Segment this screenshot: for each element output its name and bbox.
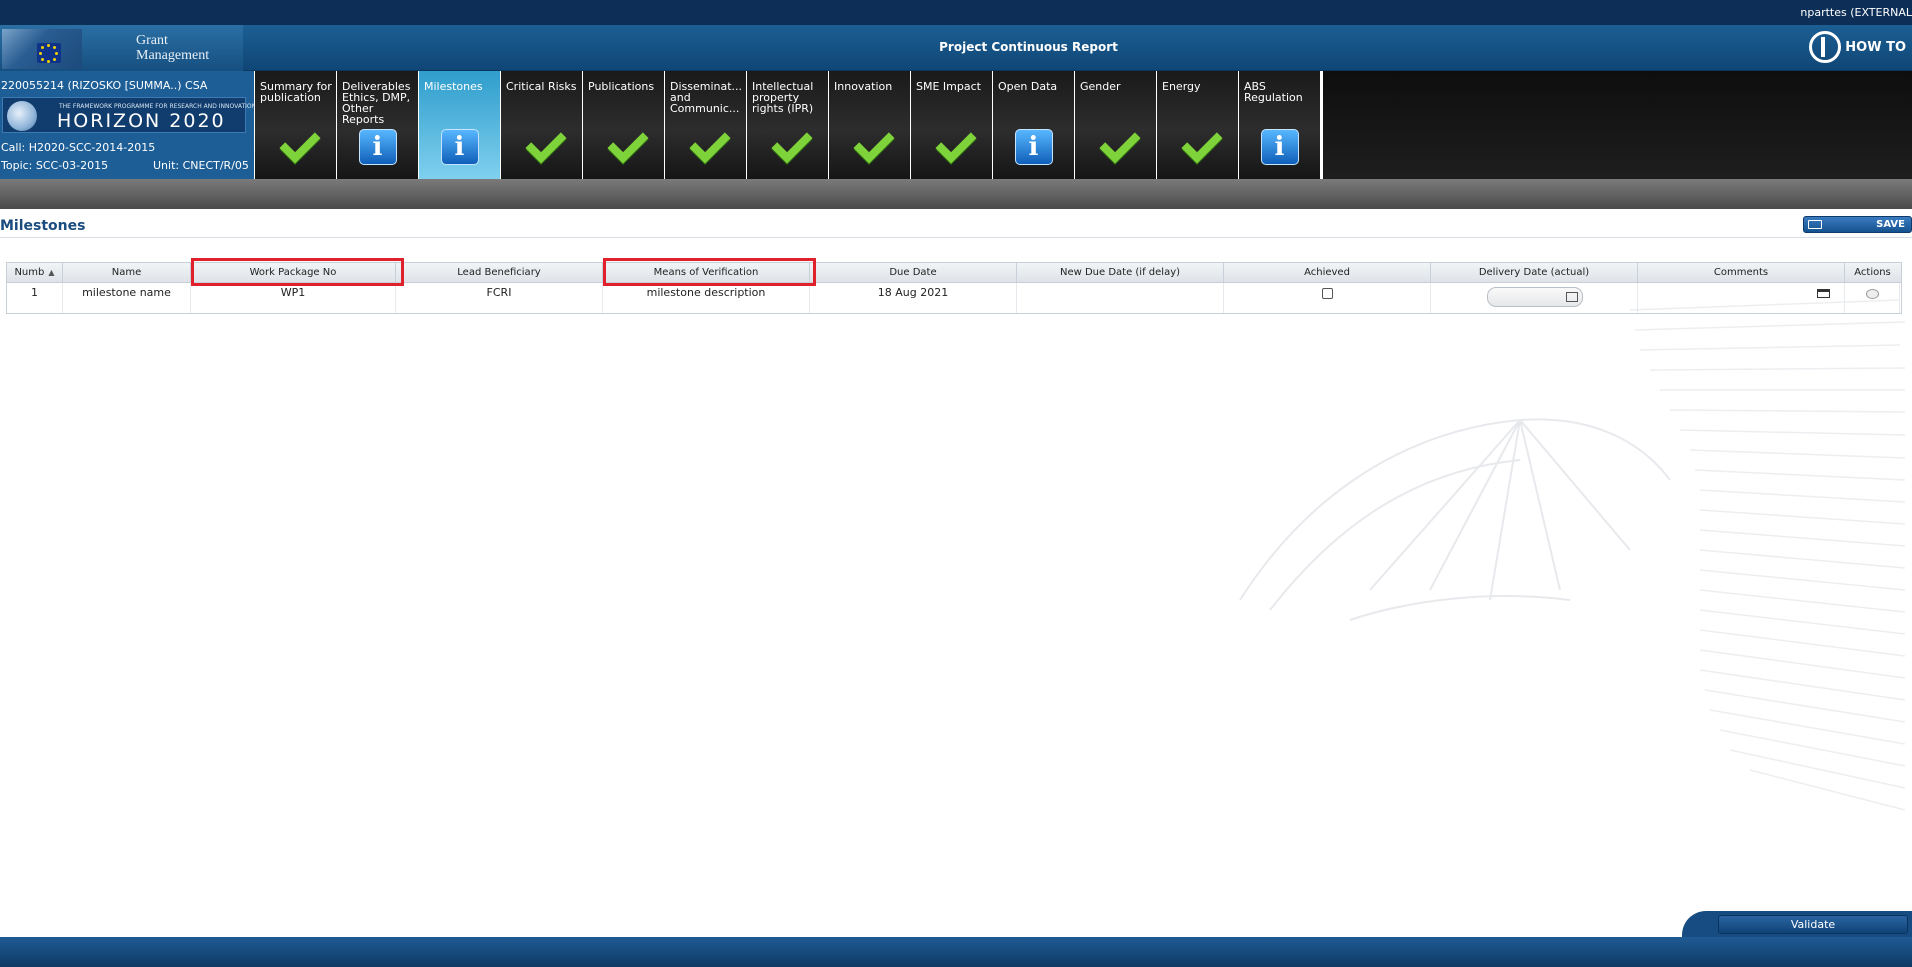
app-header: Grant Management Project Continuous Repo… [0, 25, 1912, 71]
section-divider [0, 237, 1912, 238]
report-tabs: Summary for publication Deliverables Eth… [255, 71, 1321, 179]
section-title: Milestones [0, 218, 86, 234]
project-call: Call: H2020-SCC-2014-2015 [1, 141, 156, 154]
check-icon [1175, 127, 1221, 165]
tab-energy[interactable]: Energy [1157, 71, 1238, 179]
manuscript-watermark [1239, 299, 1906, 811]
tab-label: Deliverables Ethics, DMP, Other Reports [342, 81, 411, 125]
tab-gender[interactable]: Gender [1075, 71, 1156, 179]
tab-label: Open Data [998, 81, 1058, 92]
highlight-means-of-verification-column [603, 258, 816, 286]
cell-comments [1638, 283, 1845, 313]
tab-publications[interactable]: Publications [583, 71, 664, 179]
horizon-2020-logo: THE FRAMEWORK PROGRAMME FOR RESEARCH AND… [2, 97, 256, 133]
how-to-label: HOW TO [1845, 39, 1906, 55]
column-header-actions[interactable]: Actions [1845, 263, 1900, 282]
cell-means-of-verification: milestone description [603, 283, 810, 313]
help-icon [1809, 31, 1842, 63]
footer-bar [0, 937, 1912, 967]
tab-deliverables[interactable]: Deliverables Ethics, DMP, Other Reports … [337, 71, 418, 179]
tab-dissemination[interactable]: Disseminat... and Communic... [665, 71, 746, 179]
check-icon [929, 127, 975, 165]
tab-label: Publications [588, 81, 655, 92]
info-icon: i [1260, 129, 1299, 165]
comment-bubble-icon[interactable] [1865, 289, 1879, 299]
project-id: 220055214 (RIZOSKO [SUMMA..) CSA [1, 79, 208, 92]
column-header-lead-beneficiary[interactable]: Lead Beneficiary [396, 263, 603, 282]
tab-label: Gender [1080, 81, 1121, 92]
project-info-panel: 220055214 (RIZOSKO [SUMMA..) CSA THE FRA… [0, 71, 256, 179]
cell-new-due-date [1017, 283, 1224, 313]
tab-label: SME Impact [916, 81, 981, 92]
programme-tagline: THE FRAMEWORK PROGRAMME FOR RESEARCH AND… [59, 103, 257, 110]
highlight-work-package-column [191, 258, 404, 286]
tab-open-data[interactable]: Open Data i [993, 71, 1074, 179]
project-unit: Unit: CNECT/R/05 [153, 159, 249, 172]
globe-icon [7, 101, 37, 131]
tab-critical-risks[interactable]: Critical Risks [501, 71, 582, 179]
cell-lead-beneficiary: FCRI [396, 283, 603, 313]
tab-innovation[interactable]: Innovation [829, 71, 910, 179]
cell-name: milestone name [63, 283, 191, 313]
check-icon [601, 127, 647, 165]
column-header-number[interactable]: Numb ▲ [7, 263, 63, 282]
info-icon: i [1014, 129, 1053, 165]
delivery-date-input[interactable] [1487, 287, 1583, 307]
info-icon: i [358, 129, 397, 165]
info-icon: i [440, 129, 479, 165]
column-header-comments[interactable]: Comments [1638, 263, 1845, 282]
tab-label: Critical Risks [506, 81, 577, 92]
save-icon [1808, 220, 1822, 229]
column-header-new-due-date[interactable]: New Due Date (if delay) [1017, 263, 1224, 282]
validate-button[interactable]: Validate [1718, 915, 1908, 934]
tab-label: ABS Regulation [1244, 81, 1303, 103]
achieved-checkbox[interactable] [1321, 288, 1333, 299]
project-topic: Topic: SCC-03-2015 [1, 159, 109, 172]
save-button[interactable]: SAVE [1803, 216, 1912, 233]
tabs-background [1323, 71, 1912, 179]
comment-popup-icon[interactable] [1817, 289, 1830, 298]
tab-label: Disseminat... and Communic... [670, 81, 743, 114]
column-header-name[interactable]: Name [63, 263, 191, 282]
check-icon [847, 127, 893, 165]
check-icon [1093, 127, 1139, 165]
tab-label: Summary for publication [260, 81, 332, 103]
tab-ipr[interactable]: Intellectual property rights (IPR) [747, 71, 828, 179]
tab-sme-impact[interactable]: SME Impact [911, 71, 992, 179]
column-header-delivery-date[interactable]: Delivery Date (actual) [1431, 263, 1638, 282]
header-label: Numb [14, 267, 45, 278]
column-header-due-date[interactable]: Due Date [810, 263, 1017, 282]
cell-work-package: WP1 [191, 283, 396, 313]
page-title: Project Continuous Report [939, 40, 1118, 54]
tab-label: Energy [1162, 81, 1201, 92]
cell-delivery-date [1431, 283, 1638, 313]
tab-label: Milestones [424, 81, 483, 92]
cell-actions [1845, 283, 1900, 313]
how-to-button[interactable]: HOW TO [1809, 31, 1906, 63]
top-bar: nparttes (EXTERNAL [0, 0, 1912, 25]
check-icon [273, 127, 319, 165]
column-header-achieved[interactable]: Achieved [1224, 263, 1431, 282]
check-icon [765, 127, 811, 165]
programme-name: HORIZON 2020 [57, 110, 226, 132]
check-icon [519, 127, 565, 165]
tab-label: Intellectual property rights (IPR) [752, 81, 814, 114]
tab-abs-regulation[interactable]: ABS Regulation i [1239, 71, 1320, 179]
tab-milestones[interactable]: Milestones i [419, 71, 500, 179]
cell-achieved [1224, 283, 1431, 313]
table-row[interactable]: 1 milestone name WP1 FCRI milestone desc… [7, 283, 1901, 313]
calendar-icon[interactable] [1566, 292, 1578, 302]
tab-label: Innovation [834, 81, 893, 92]
cell-due-date: 18 Aug 2021 [810, 283, 1017, 313]
check-icon [683, 127, 729, 165]
sort-ascending-icon: ▲ [48, 268, 55, 277]
sub-toolbar [0, 179, 1912, 209]
save-label: SAVE [1876, 219, 1905, 230]
cell-number: 1 [7, 283, 63, 313]
tab-summary-for-publication[interactable]: Summary for publication [255, 71, 336, 179]
user-name[interactable]: nparttes (EXTERNAL [1800, 6, 1912, 19]
